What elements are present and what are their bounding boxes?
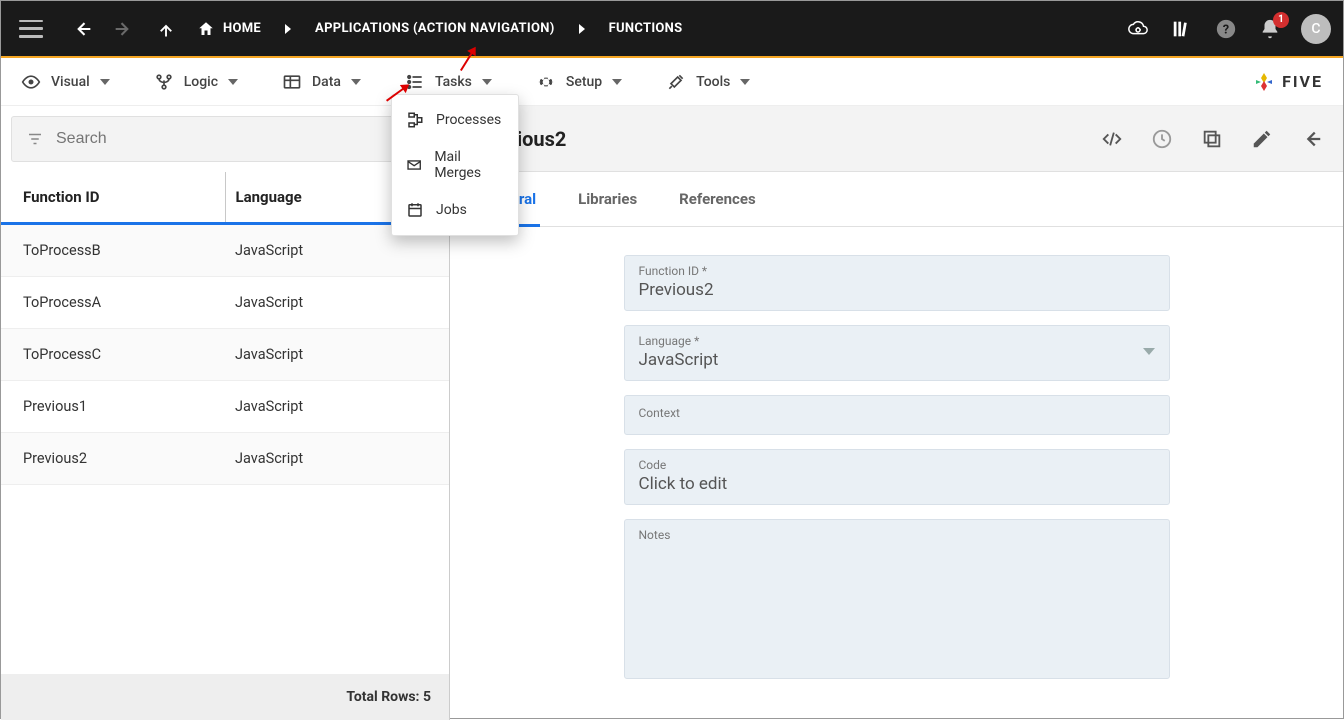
field-context[interactable]: Context — [624, 395, 1170, 435]
caret-down-icon — [740, 79, 750, 85]
field-value: JavaScript — [639, 350, 1155, 370]
table-row[interactable]: Previous1JavaScript — [1, 381, 449, 433]
dropdown-label: Jobs — [436, 202, 467, 218]
topbar: HOME APPLICATIONS (ACTION NAVIGATION) FU… — [1, 1, 1343, 56]
field-code[interactable]: Code Click to edit — [624, 449, 1170, 505]
caret-down-icon — [351, 79, 361, 85]
breadcrumb-home-label: HOME — [223, 21, 261, 36]
menu-label: Visual — [51, 74, 90, 90]
field-label: Language * — [639, 334, 1155, 348]
search-input[interactable] — [56, 130, 392, 148]
breadcrumb-applications[interactable]: APPLICATIONS (ACTION NAVIGATION) — [309, 21, 561, 36]
field-label: Function ID * — [639, 264, 1155, 278]
dropdown-label: Mail Merges — [434, 149, 504, 181]
breadcrumb-label: APPLICATIONS (ACTION NAVIGATION) — [315, 21, 555, 36]
detail-header: Previous2 — [450, 106, 1343, 172]
menu-label: Tasks — [435, 74, 472, 90]
cell-lang: JavaScript — [225, 381, 437, 432]
tab-libraries[interactable]: Libraries — [574, 172, 641, 226]
search-box[interactable] — [11, 116, 439, 162]
cell-lang: JavaScript — [225, 329, 437, 380]
user-avatar[interactable]: C — [1301, 14, 1331, 44]
caret-down-icon — [482, 79, 492, 85]
form-area: Function ID * Previous2 Language * JavaS… — [450, 227, 1343, 679]
field-value: Previous2 — [639, 280, 1155, 300]
nav-up-button[interactable] — [149, 12, 183, 46]
table-row[interactable]: Previous2JavaScript — [1, 433, 449, 485]
tab-references[interactable]: References — [675, 172, 760, 226]
menu-setup[interactable]: Setup — [536, 72, 622, 92]
field-label: Notes — [639, 528, 1155, 542]
chevron-down-icon — [1143, 348, 1155, 355]
table-header-row: Function ID Language — [1, 172, 449, 225]
help-icon[interactable]: ? — [1213, 16, 1239, 42]
back-icon[interactable] — [1301, 128, 1323, 150]
history-icon[interactable] — [1151, 128, 1173, 150]
svg-text:?: ? — [1223, 22, 1229, 37]
notification-badge: 1 — [1273, 12, 1289, 28]
table-row[interactable]: ToProcessBJavaScript — [1, 225, 449, 277]
hamburger-menu-icon[interactable] — [19, 20, 43, 38]
menu-label: Data — [312, 74, 341, 90]
caret-down-icon — [100, 79, 110, 85]
dropdown-item-mailmerges[interactable]: Mail Merges — [392, 139, 518, 191]
field-value: Click to edit — [639, 474, 1155, 494]
cell-id: ToProcessC — [13, 329, 225, 380]
table-row[interactable]: ToProcessAJavaScript — [1, 277, 449, 329]
cell-id: ToProcessB — [13, 225, 225, 276]
menu-tools[interactable]: Tools — [666, 72, 750, 92]
cell-id: ToProcessA — [13, 277, 225, 328]
cell-id: Previous1 — [13, 381, 225, 432]
right-panel: Previous2 General Libraries References F… — [450, 106, 1343, 720]
field-language[interactable]: Language * JavaScript — [624, 325, 1170, 381]
chevron-right-icon — [285, 24, 291, 34]
field-label: Code — [639, 458, 1155, 472]
menu-logic[interactable]: Logic — [154, 72, 238, 92]
detail-tabs: General Libraries References — [450, 172, 1343, 227]
chevron-right-icon — [579, 24, 585, 34]
nav-back-button[interactable] — [65, 12, 99, 46]
notifications-icon[interactable]: 1 — [1257, 16, 1283, 42]
dropdown-item-jobs[interactable]: Jobs — [392, 191, 518, 229]
field-label: Context — [639, 406, 1155, 420]
cell-id: Previous2 — [13, 433, 225, 484]
left-panel: Function ID Language ToProcessBJavaScrip… — [1, 106, 450, 720]
menu-visual[interactable]: Visual — [21, 72, 110, 92]
table-body: ToProcessBJavaScript ToProcessAJavaScrip… — [1, 225, 449, 674]
table-row[interactable]: ToProcessCJavaScript — [1, 329, 449, 381]
filter-icon — [26, 130, 44, 148]
nav-forward-button — [107, 12, 141, 46]
breadcrumb-label: FUNCTIONS — [609, 21, 683, 36]
brand-label: FIVE — [1282, 72, 1323, 91]
code-icon[interactable] — [1101, 128, 1123, 150]
field-function-id[interactable]: Function ID * Previous2 — [624, 255, 1170, 311]
menu-data[interactable]: Data — [282, 72, 361, 92]
caret-down-icon — [228, 79, 238, 85]
breadcrumb-functions[interactable]: FUNCTIONS — [603, 21, 689, 36]
dropdown-item-processes[interactable]: Processes — [392, 101, 518, 139]
brand-logo: FIVE — [1252, 70, 1323, 94]
cell-lang: JavaScript — [225, 433, 437, 484]
table-footer: Total Rows: 5 — [1, 674, 449, 720]
tasks-dropdown: Processes Mail Merges Jobs — [391, 94, 519, 236]
menu-tasks[interactable]: Tasks — [405, 72, 492, 92]
column-header-id[interactable]: Function ID — [13, 172, 225, 222]
copy-icon[interactable] — [1201, 128, 1223, 150]
dropdown-label: Processes — [436, 112, 501, 128]
caret-down-icon — [612, 79, 622, 85]
cell-lang: JavaScript — [225, 277, 437, 328]
library-icon[interactable] — [1169, 16, 1195, 42]
menubar: Visual Logic Data Tasks Setup Tools FIVE… — [1, 58, 1343, 106]
cloud-icon[interactable] — [1125, 16, 1151, 42]
menu-label: Logic — [184, 74, 218, 90]
breadcrumb-home[interactable]: HOME — [191, 20, 267, 38]
field-notes[interactable]: Notes — [624, 519, 1170, 679]
menu-label: Tools — [696, 74, 730, 90]
menu-label: Setup — [566, 74, 602, 90]
edit-icon[interactable] — [1251, 128, 1273, 150]
